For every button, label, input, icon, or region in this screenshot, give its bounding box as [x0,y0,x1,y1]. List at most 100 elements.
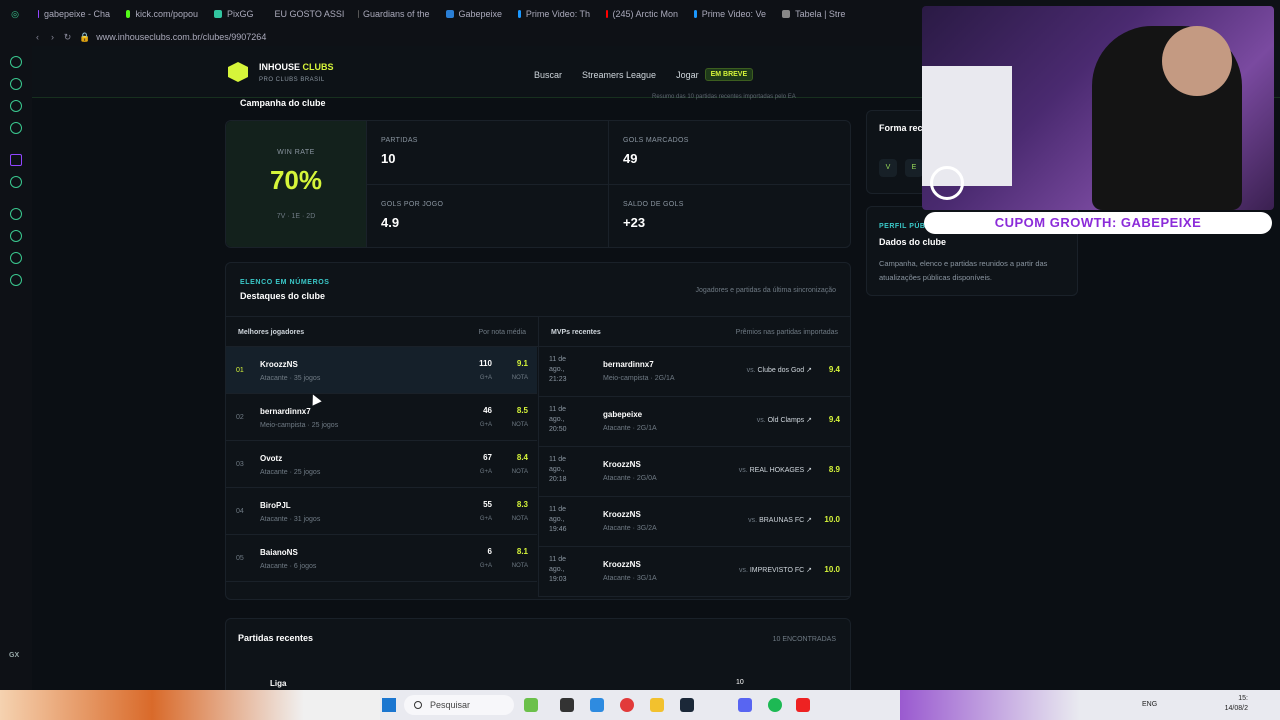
browser-tab[interactable]: kick.com/popou [118,0,206,28]
browser-tab[interactable]: EU GOSTO ASSI [262,0,350,28]
timer-icon [930,166,964,200]
squad-title: Destaques do clube [240,291,326,301]
shop-icon[interactable] [10,78,22,90]
extensions-icon[interactable] [10,252,22,264]
history-icon[interactable] [10,230,22,242]
discord-icon[interactable] [738,698,752,712]
form-pill: V [879,159,897,177]
browser-tab[interactable]: Prime Video: Ve [686,0,774,28]
news-icon[interactable] [10,122,22,134]
mvp-row[interactable]: 11 de ago., 20:18 KroozzNS Atacante · 2G/0… [538,447,850,497]
mvp-name[interactable]: gabepeixe [603,410,642,419]
mvp-meta: Atacante · 2G/0A [603,475,657,482]
player-row[interactable]: 05 BaianoNS Atacante · 6 jogos 6 G+A 8.1 NOTA [226,535,537,582]
back-icon[interactable]: ‹ [30,32,45,42]
obs-icon[interactable] [796,698,810,712]
windows-start-icon[interactable] [382,698,396,712]
messenger-icon[interactable] [10,56,22,68]
player-meta: Atacante · 6 jogos [260,563,317,570]
player-row[interactable]: 02 bernardinnx7 Meio-campista · 25 jogos 46… [226,394,537,441]
figurine-shelf [922,66,1012,186]
browser-tab[interactable]: (245) Arctic Mon [598,0,686,28]
gx-icon[interactable]: GX [9,652,19,659]
mvp-name[interactable]: KroozzNS [603,460,641,469]
match-value: 10 [736,679,744,686]
play-icon[interactable] [10,208,22,220]
tab-favicon-icon [38,10,39,18]
form-pill: E [905,159,923,177]
steam-icon[interactable] [680,698,694,712]
opera-icon[interactable] [620,698,634,712]
mvp-row[interactable]: 11 de ago., 20:50 gabepeixe Atacante · 2G/… [538,397,850,447]
player-row[interactable]: 04 BiroPJL Atacante · 31 jogos 55 G+A 8.3 NOTA [226,488,537,535]
twitch-icon[interactable] [10,154,22,166]
folder-icon[interactable] [650,698,664,712]
mvp-date: 11 de ago., 20:50 [549,406,567,433]
edge-icon[interactable] [590,698,604,712]
tab-favicon-icon [518,10,521,18]
browser-tab[interactable]: Prime Video: Th [510,0,598,28]
mvp-meta: Atacante · 2G/1A [603,425,657,432]
ga-label: G+A [479,516,492,522]
music-icon[interactable] [10,100,22,112]
tab-favicon-icon [782,10,791,18]
recent-matches-title: Partidas recentes [238,633,314,643]
rating-label: NOTA [511,563,528,569]
browser-tab[interactable]: PixGG [206,0,262,28]
mvp-meta: Atacante · 3G/1A [603,575,657,582]
browser-tab[interactable]: Tabela | Stre [774,0,853,28]
player-row[interactable]: 03 Ovotz Atacante · 25 jogos 67 G+A 8.4 NOTA [226,441,537,488]
app-icon[interactable] [524,698,538,712]
percent-icon[interactable] [10,176,22,188]
nav-link-jogar[interactable]: Jogar [676,70,699,80]
nav-link-buscar[interactable]: Buscar [534,70,562,80]
files-icon[interactable] [560,698,574,712]
player-name[interactable]: bernardinnx7 [260,407,311,416]
forward-icon[interactable]: › [45,32,60,42]
campaign-card: WIN RATE 70% 7V · 1E · 2D PARTIDAS 10 GO… [225,120,851,248]
mvp-score: 10.0 [824,515,840,524]
mvp-name[interactable]: KroozzNS [603,510,641,519]
browser-tab[interactable]: gabepeixe - Cha [30,0,118,28]
mvp-opponent-link[interactable]: vs. Old Clamps ↗ [757,416,812,424]
mvp-opponent-link[interactable]: vs. BRAUNAS FC ↗ [748,516,812,524]
url-text[interactable]: www.inhouseclubs.com.br/clubes/9907264 [96,32,266,42]
mvp-row[interactable]: 11 de ago., 19:46 KroozzNS Atacante · 3G/2… [538,497,850,547]
player-name[interactable]: BaianoNS [260,548,298,557]
mvp-row[interactable]: 11 de ago., 21:23 bernardinnx7 Meio-campis… [538,347,850,397]
mvp-opponent-link[interactable]: vs. REAL HOKAGES ↗ [739,466,812,474]
player-meta: Atacante · 25 jogos [260,469,321,476]
site-logo-icon[interactable] [228,62,248,82]
nav-link-streamers-league[interactable]: Streamers League [582,70,656,80]
profile-title: Dados do clube [879,237,947,247]
brand-name[interactable]: INHOUSE CLUBS [259,62,334,72]
browser-tab[interactable]: Guardians of the [350,0,438,28]
player-row[interactable]: 01 KroozzNS Atacante · 35 jogos 110 G+A 9.1 NO… [226,347,537,394]
player-name[interactable]: KroozzNS [260,360,298,369]
reload-icon[interactable]: ↻ [60,32,75,43]
stat-gols-por-jogo: GOLS POR JOGO 4.9 [366,185,608,247]
spotify-icon[interactable] [768,698,782,712]
mvp-row[interactable]: 11 de ago., 19:03 KroozzNS Atacante · 3G/1… [538,547,850,597]
mvp-name[interactable]: bernardinnx7 [603,360,654,369]
mvp-name[interactable]: KroozzNS [603,560,641,569]
browser-menu-icon[interactable]: ◎ [0,9,30,20]
player-name[interactable]: BiroPJL [260,501,291,510]
mvp-score: 9.4 [828,415,840,424]
mvp-opponent-link[interactable]: vs. Clube dos God ↗ [747,366,812,374]
language-indicator[interactable]: ENG [1142,701,1157,708]
player-meta: Atacante · 35 jogos [260,375,321,382]
player-ga: 110 [479,359,492,368]
recent-matches-count: 10 ENCONTRADAS [772,636,836,643]
profile-description: Campanha, elenco e partidas reunidos a p… [879,259,1048,282]
streamer-head [1162,26,1232,96]
mvp-opponent-link[interactable]: vs. IMPREVISTO FC ↗ [739,566,812,574]
lock-icon: 🔒 [79,31,91,42]
settings-icon[interactable] [10,274,22,286]
clock[interactable]: 15: 14/08/2 [1208,694,1248,714]
ga-label: G+A [479,563,492,569]
player-meta: Meio-campista · 25 jogos [260,422,339,429]
browser-tab[interactable]: Gabepeixe [438,0,511,28]
player-name[interactable]: Ovotz [260,454,282,463]
mvp-score: 8.9 [828,465,840,474]
